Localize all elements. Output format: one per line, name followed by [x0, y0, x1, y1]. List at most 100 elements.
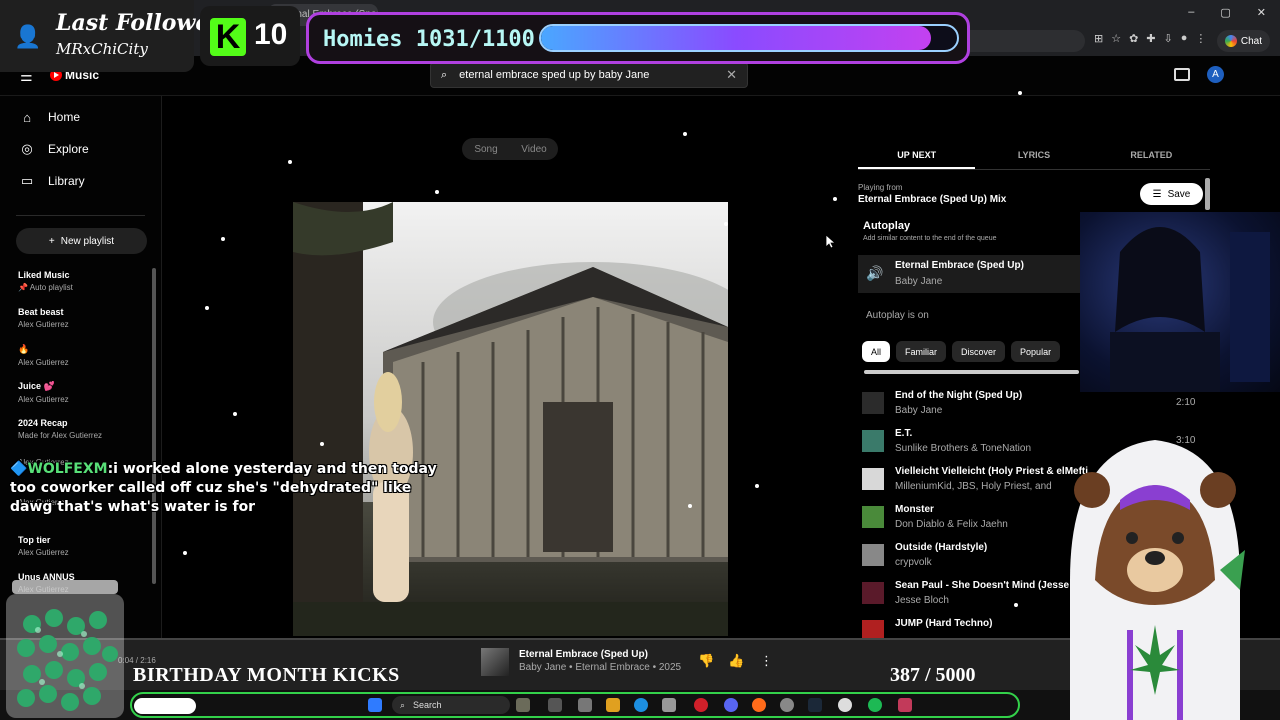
now-playing-title[interactable]: Eternal Embrace (Sped Up) — [519, 649, 648, 660]
birthday-kicks-label: BIRTHDAY MONTH KICKS — [133, 664, 400, 686]
playlist-item[interactable]: 2024 Recap Made for Alex Gutierrez — [18, 418, 161, 455]
sidebar-item-home[interactable]: ⌂ Home — [0, 101, 161, 133]
playlist-item[interactable]: Liked Music 📌 Auto playlist — [18, 270, 161, 307]
playing-from-title[interactable]: Eternal Embrace (Sped Up) Mix — [858, 194, 1006, 205]
playlist-list: Liked Music 📌 Auto playlist Beat beast Ale… — [0, 270, 161, 609]
compass-icon: ◎ — [21, 141, 33, 156]
gemini-icon — [1224, 35, 1237, 47]
search-input[interactable]: ⌕ eternal embrace sped up by baby Jane ✕ — [430, 62, 748, 88]
dislike-icon[interactable]: 👎 — [698, 653, 714, 669]
close-window-button[interactable]: ✕ — [1257, 6, 1266, 19]
maximize-button[interactable]: ▢ — [1220, 6, 1230, 19]
tab-lyrics[interactable]: LYRICS — [975, 146, 1092, 169]
jar-image — [6, 580, 124, 718]
bear-mascot-image — [1070, 440, 1245, 720]
search-query: eternal embrace sped up by baby Jane — [459, 69, 650, 81]
current-queue-item[interactable]: 🔊 Eternal Embrace (Sped Up) Baby Jane — [858, 255, 1080, 293]
sidebar-scrollbar[interactable] — [152, 268, 156, 584]
save-button[interactable]: ☰ Save — [1140, 183, 1203, 205]
snow-particle — [233, 412, 237, 416]
app-icon[interactable] — [578, 698, 592, 712]
chip-all[interactable]: All — [862, 341, 891, 362]
sidebar-item-library[interactable]: ▭ Library — [0, 165, 161, 197]
taskbar-search[interactable]: ⌕ Search — [392, 696, 510, 714]
pin-icon: 📌 — [18, 283, 28, 292]
app-icon[interactable] — [662, 698, 676, 712]
tab-up-next[interactable]: UP NEXT — [858, 146, 976, 169]
user-badge-icon: 🔷 — [10, 461, 28, 477]
chip-popular[interactable]: Popular — [1011, 341, 1061, 362]
minimize-button[interactable]: – — [1188, 6, 1194, 19]
obs-icon[interactable] — [838, 698, 852, 712]
chips-scrollbar[interactable] — [864, 370, 1079, 374]
more-options-icon[interactable]: ⋮ — [760, 653, 773, 669]
windows-start-icon[interactable] — [368, 698, 382, 712]
download-icon[interactable]: ⇩ — [1164, 32, 1173, 45]
playlist-item[interactable]: Juice 💕 Alex Gutierrez — [18, 381, 161, 418]
speaker-icon: 🔊 — [866, 265, 884, 281]
edge-icon[interactable] — [634, 698, 648, 712]
clear-search-icon[interactable]: ✕ — [726, 67, 737, 83]
toggle-song[interactable]: Song — [462, 138, 510, 160]
playlist-item[interactable]: Beat beast Alex Gutierrez — [18, 307, 161, 344]
app-icon[interactable] — [898, 698, 912, 712]
homies-progress-fill — [541, 26, 931, 50]
snow-particle — [183, 551, 187, 555]
window-controls: – ▢ ✕ — [1188, 6, 1266, 19]
search-icon: ⌕ — [441, 68, 448, 81]
autoplay-title: Autoplay — [863, 220, 911, 232]
snow-particle — [435, 190, 439, 194]
sidebar: ⌂ Home ◎ Explore ▭ Library + New playlis… — [0, 96, 162, 640]
like-icon[interactable]: 👍 — [728, 653, 744, 669]
playing-from-label: Playing from — [858, 183, 903, 192]
now-playing-meta: Baby Jane • Eternal Embrace • 2025 — [519, 662, 682, 673]
bookmark-icon: ▭ — [20, 173, 34, 188]
app-icon[interactable] — [516, 698, 530, 712]
plus-icon: + — [48, 235, 55, 247]
account-avatar[interactable]: A — [1207, 66, 1224, 83]
chip-familiar[interactable]: Familiar — [896, 341, 947, 362]
track-thumbnail — [862, 506, 884, 528]
steam-icon[interactable] — [808, 698, 822, 712]
chip-discover[interactable]: Discover — [952, 341, 1006, 362]
browser-toolbar-icons: ⊞ ☆ ✿ ✚ ⇩ ● ⋮ — [1094, 32, 1206, 45]
now-playing-thumbnail[interactable] — [481, 648, 509, 676]
spotify-icon[interactable] — [868, 698, 882, 712]
chat-button[interactable]: Chat — [1216, 30, 1270, 52]
tab-related[interactable]: RELATED — [1093, 146, 1210, 169]
queue-scrollbar[interactable] — [1205, 178, 1210, 210]
puzzle-icon[interactable]: ✚ — [1146, 32, 1155, 45]
new-playlist-button[interactable]: + New playlist — [16, 228, 147, 254]
profile-icon[interactable]: ● — [1181, 32, 1188, 45]
queue-filter-chips: All Familiar Discover Popular — [862, 341, 1061, 362]
app-icon[interactable] — [694, 698, 708, 712]
snow-particle — [755, 484, 759, 488]
snow-particle — [688, 504, 692, 508]
toggle-video[interactable]: Video — [510, 138, 558, 160]
discord-icon[interactable] — [724, 698, 738, 712]
mouse-cursor-icon — [826, 235, 836, 249]
star-icon[interactable]: ☆ — [1111, 32, 1121, 45]
add-user-icon: 👤 — [14, 24, 42, 49]
search-icon: ⌕ — [400, 699, 406, 710]
kicks-goal-counter: 387 / 5000 — [890, 664, 976, 686]
install-icon[interactable]: ⊞ — [1094, 32, 1103, 45]
app-icon[interactable] — [548, 698, 562, 712]
album-art — [293, 202, 728, 636]
kick-counter-widget: K 10 — [200, 6, 300, 66]
snow-particle — [205, 306, 209, 310]
right-panel-tabs: UP NEXT LYRICS RELATED — [858, 146, 1210, 170]
extension-icon[interactable]: ✿ — [1129, 32, 1138, 45]
playlist-item[interactable]: 🔥 Alex Gutierrez — [18, 344, 161, 381]
app-icon[interactable] — [780, 698, 794, 712]
snow-particle — [1018, 91, 1022, 95]
menu-icon[interactable]: ⋮ — [1195, 32, 1206, 45]
file-explorer-icon[interactable] — [606, 698, 620, 712]
bear-mascot-icon — [1040, 430, 1260, 720]
playlist-item[interactable]: Top tier Alex Gutierrez — [18, 535, 161, 572]
cast-icon[interactable] — [1174, 68, 1190, 81]
sidebar-item-explore[interactable]: ◎ Explore — [0, 133, 161, 165]
track-thumbnail — [862, 582, 884, 604]
song-video-toggle[interactable]: Song Video — [462, 138, 558, 160]
firefox-icon[interactable] — [752, 698, 766, 712]
